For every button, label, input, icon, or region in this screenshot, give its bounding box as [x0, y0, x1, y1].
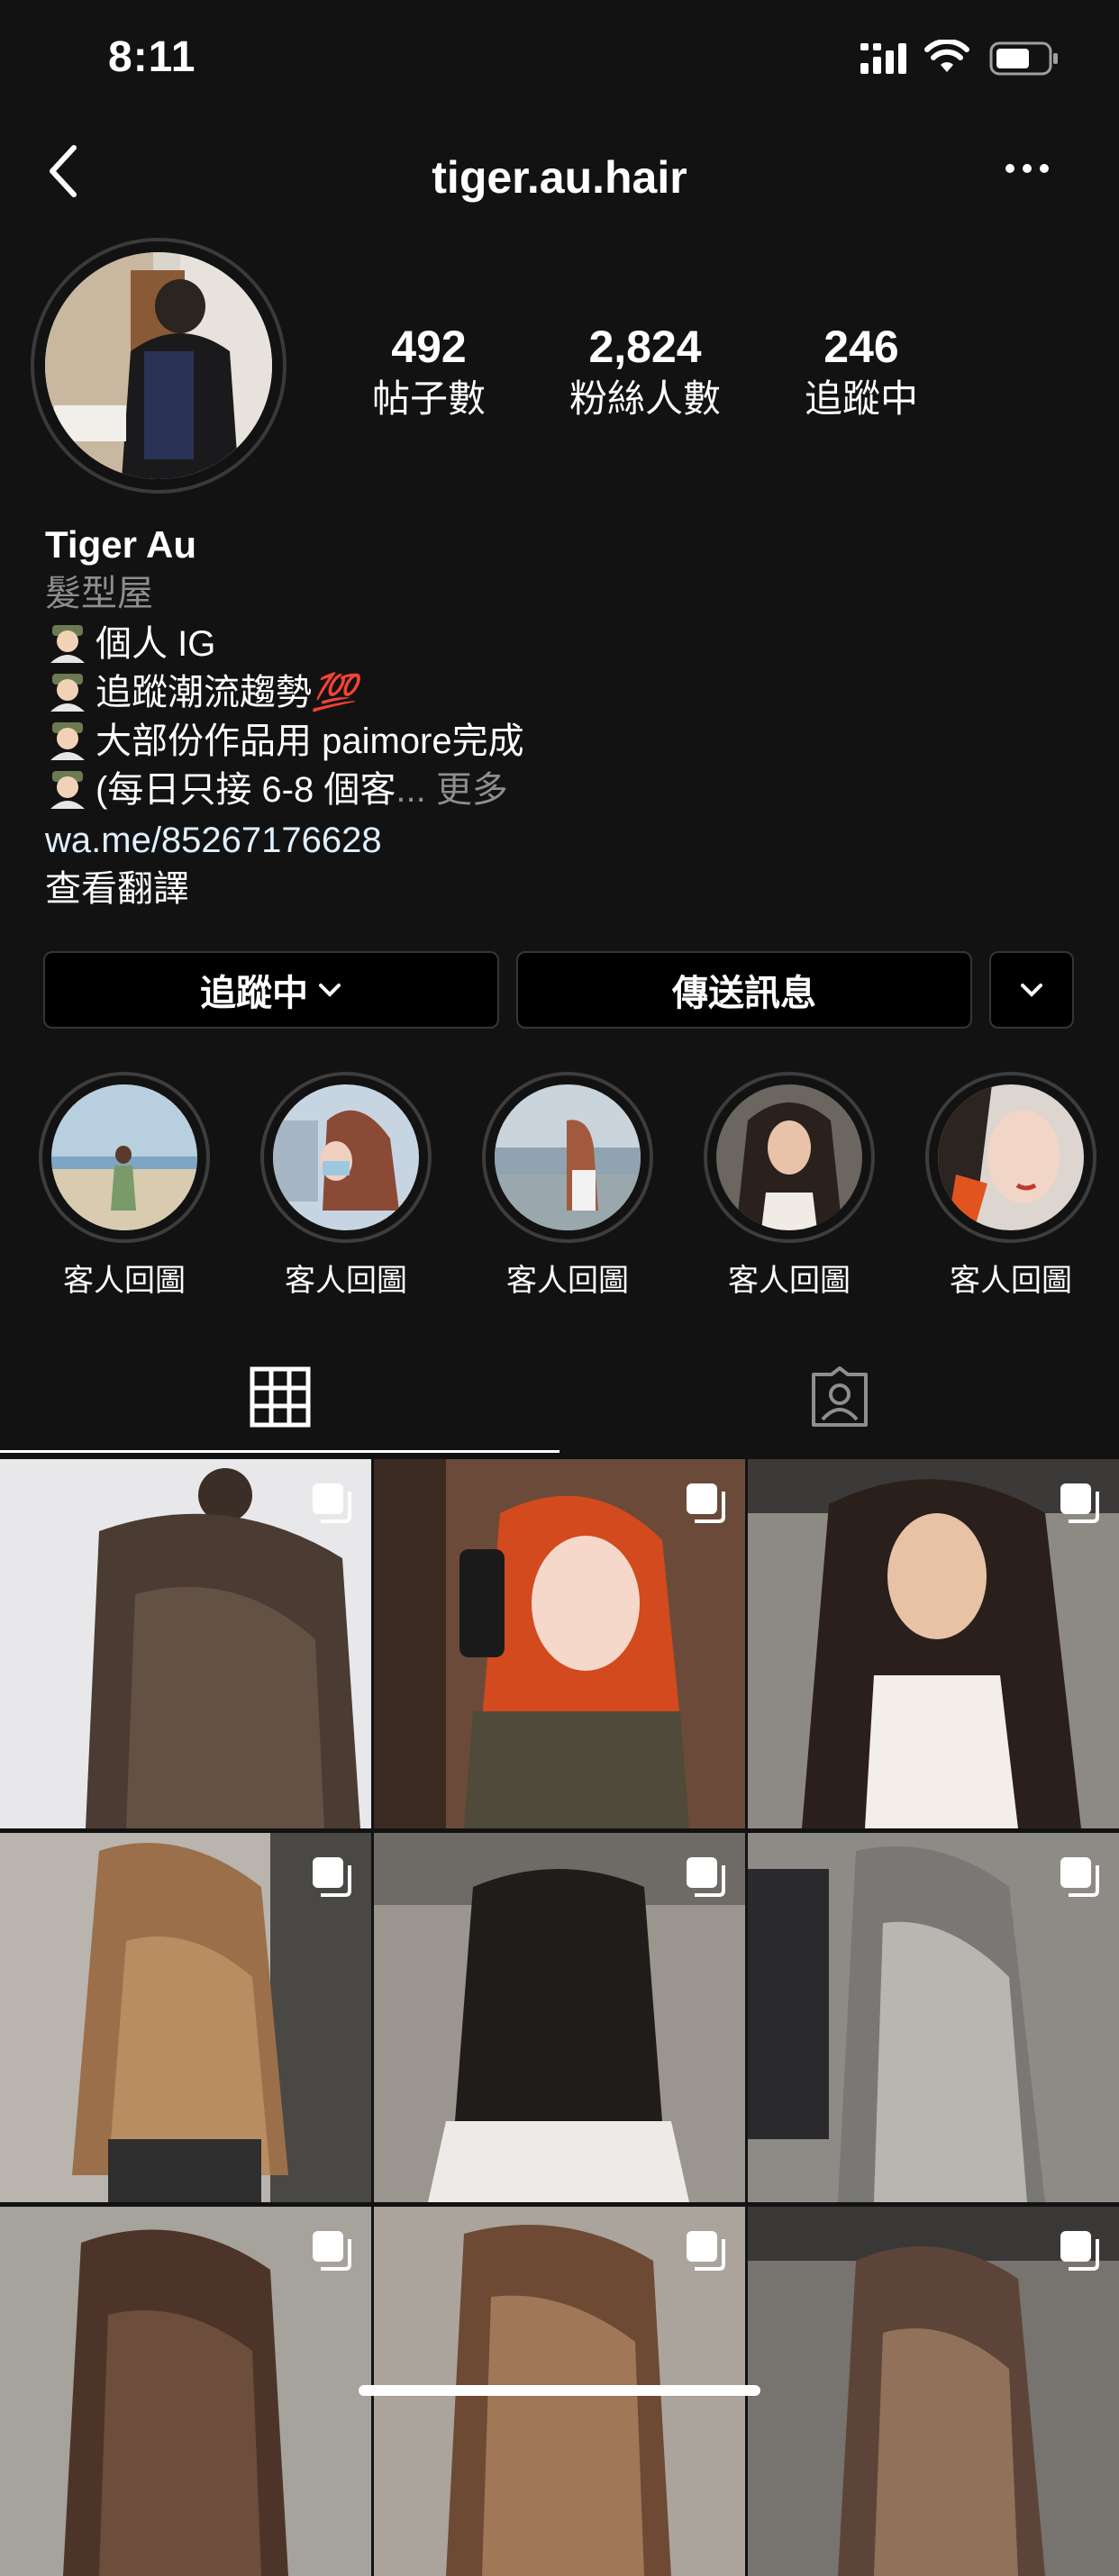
highlight-cover — [938, 1084, 1084, 1230]
highlight-label: 客人回圖 — [728, 1264, 851, 1298]
highlight-cover — [273, 1084, 419, 1230]
multiple-photos-icon — [1060, 1857, 1099, 1897]
bio-line-text: 追蹤潮流趨勢 — [96, 673, 312, 712]
story-highlight[interactable]: 客人回圖 — [482, 1072, 653, 1300]
bio-line-text: 個人 IG — [96, 624, 216, 664]
suggested-accounts-button[interactable] — [989, 951, 1074, 1029]
highlight-ring — [482, 1072, 653, 1243]
multiple-photos-icon — [313, 1483, 351, 1523]
hundred-points-emoji: 💯 — [312, 673, 357, 712]
story-highlight[interactable]: 客人回圖 — [39, 1072, 210, 1300]
avatar[interactable] — [45, 252, 272, 479]
profile-photo — [45, 252, 272, 479]
post-thumbnail[interactable] — [748, 2207, 1119, 2576]
highlight-ring — [39, 1072, 210, 1243]
chevron-down-icon — [319, 984, 341, 997]
highlight-cover — [495, 1084, 641, 1230]
more-dots-icon — [1005, 164, 1049, 173]
highlight-label: 客人回圖 — [63, 1264, 186, 1298]
wifi-icon — [924, 40, 969, 72]
bio-website-link[interactable]: wa.me/85267176628 — [45, 816, 382, 865]
stat-followers-label: 粉絲人數 — [569, 377, 721, 420]
bio-line-text: (每日只接 6-8 個客 — [96, 770, 396, 810]
following-button[interactable]: 追蹤中 — [43, 951, 499, 1029]
multiple-photos-icon — [313, 1857, 351, 1897]
highlight-cover — [716, 1084, 862, 1230]
highlight-ring — [925, 1072, 1096, 1243]
post-thumbnail[interactable] — [748, 1459, 1119, 1828]
cellular-signal-icon — [860, 43, 906, 74]
bio-line: 追蹤潮流趨勢💯 — [45, 668, 357, 717]
page-title: tiger.au.hair — [432, 152, 687, 203]
stat-followers-value: 2,824 — [588, 322, 702, 372]
highlight-label: 客人回圖 — [285, 1264, 407, 1298]
highlight-label: 客人回圖 — [506, 1264, 629, 1298]
story-highlight[interactable]: 客人回圖 — [704, 1072, 875, 1300]
tagged-person-icon — [811, 1366, 868, 1427]
profile-name: Tiger Au — [45, 523, 197, 566]
man-in-cap-emoji-icon — [50, 674, 85, 712]
multiple-photos-icon — [687, 2231, 725, 2271]
multiple-photos-icon — [687, 1483, 725, 1523]
active-tab-indicator — [0, 1450, 560, 1453]
highlight-ring — [704, 1072, 875, 1243]
story-highlight[interactable]: 客人回圖 — [925, 1072, 1096, 1300]
more-options-button[interactable] — [1005, 162, 1059, 198]
highlight-ring — [260, 1072, 432, 1243]
bio-line: 個人 IG — [45, 620, 215, 668]
post-thumbnail[interactable] — [0, 1459, 371, 1828]
bio-more-link[interactable]: ... 更多 — [396, 770, 507, 810]
man-in-cap-emoji-icon — [50, 625, 85, 663]
stat-following-label: 追蹤中 — [804, 377, 918, 420]
chevron-down-icon — [1021, 984, 1042, 997]
man-in-cap-emoji-icon — [50, 771, 85, 809]
see-translation-link[interactable]: 查看翻譯 — [45, 865, 189, 913]
battery-icon — [989, 41, 1058, 76]
multiple-photos-icon — [687, 1857, 725, 1897]
post-thumbnail[interactable] — [374, 1833, 745, 2202]
multiple-photos-icon — [313, 2231, 351, 2271]
stat-posts-value: 492 — [391, 322, 467, 372]
tab-posts-grid[interactable] — [0, 1338, 560, 1456]
multiple-photos-icon — [1060, 1483, 1099, 1523]
stat-following[interactable]: 246 追蹤中 — [762, 320, 960, 422]
post-thumbnail[interactable] — [0, 1833, 371, 2202]
home-indicator[interactable] — [359, 2385, 760, 2396]
status-time: 8:11 — [108, 33, 196, 81]
following-button-label: 追蹤中 — [200, 974, 308, 1013]
stat-followers[interactable]: 2,824 粉絲人數 — [546, 320, 744, 422]
post-thumbnail[interactable] — [374, 1459, 745, 1828]
tab-tagged[interactable] — [560, 1338, 1119, 1456]
post-thumbnail[interactable] — [748, 1833, 1119, 2202]
bio-line: (每日只接 6-8 個客... 更多 — [45, 766, 508, 814]
stat-posts-label: 帖子數 — [371, 377, 486, 420]
send-message-button[interactable]: 傳送訊息 — [516, 951, 972, 1029]
bio-line-text: 大部份作品用 paimore完成 — [96, 721, 524, 761]
profile-category: 髮型屋 — [45, 574, 153, 613]
story-highlight[interactable]: 客人回圖 — [260, 1072, 432, 1300]
highlight-label: 客人回圖 — [950, 1264, 1072, 1298]
grid-icon — [250, 1366, 310, 1428]
bio-line: 大部份作品用 paimore完成 — [45, 717, 524, 766]
send-message-button-label: 傳送訊息 — [672, 974, 816, 1013]
stat-posts[interactable]: 492 帖子數 — [330, 320, 528, 422]
post-thumbnail[interactable] — [0, 2207, 371, 2576]
man-in-cap-emoji-icon — [50, 722, 85, 760]
highlight-cover — [51, 1084, 197, 1230]
multiple-photos-icon — [1060, 2231, 1099, 2271]
stat-following-value: 246 — [823, 322, 899, 372]
